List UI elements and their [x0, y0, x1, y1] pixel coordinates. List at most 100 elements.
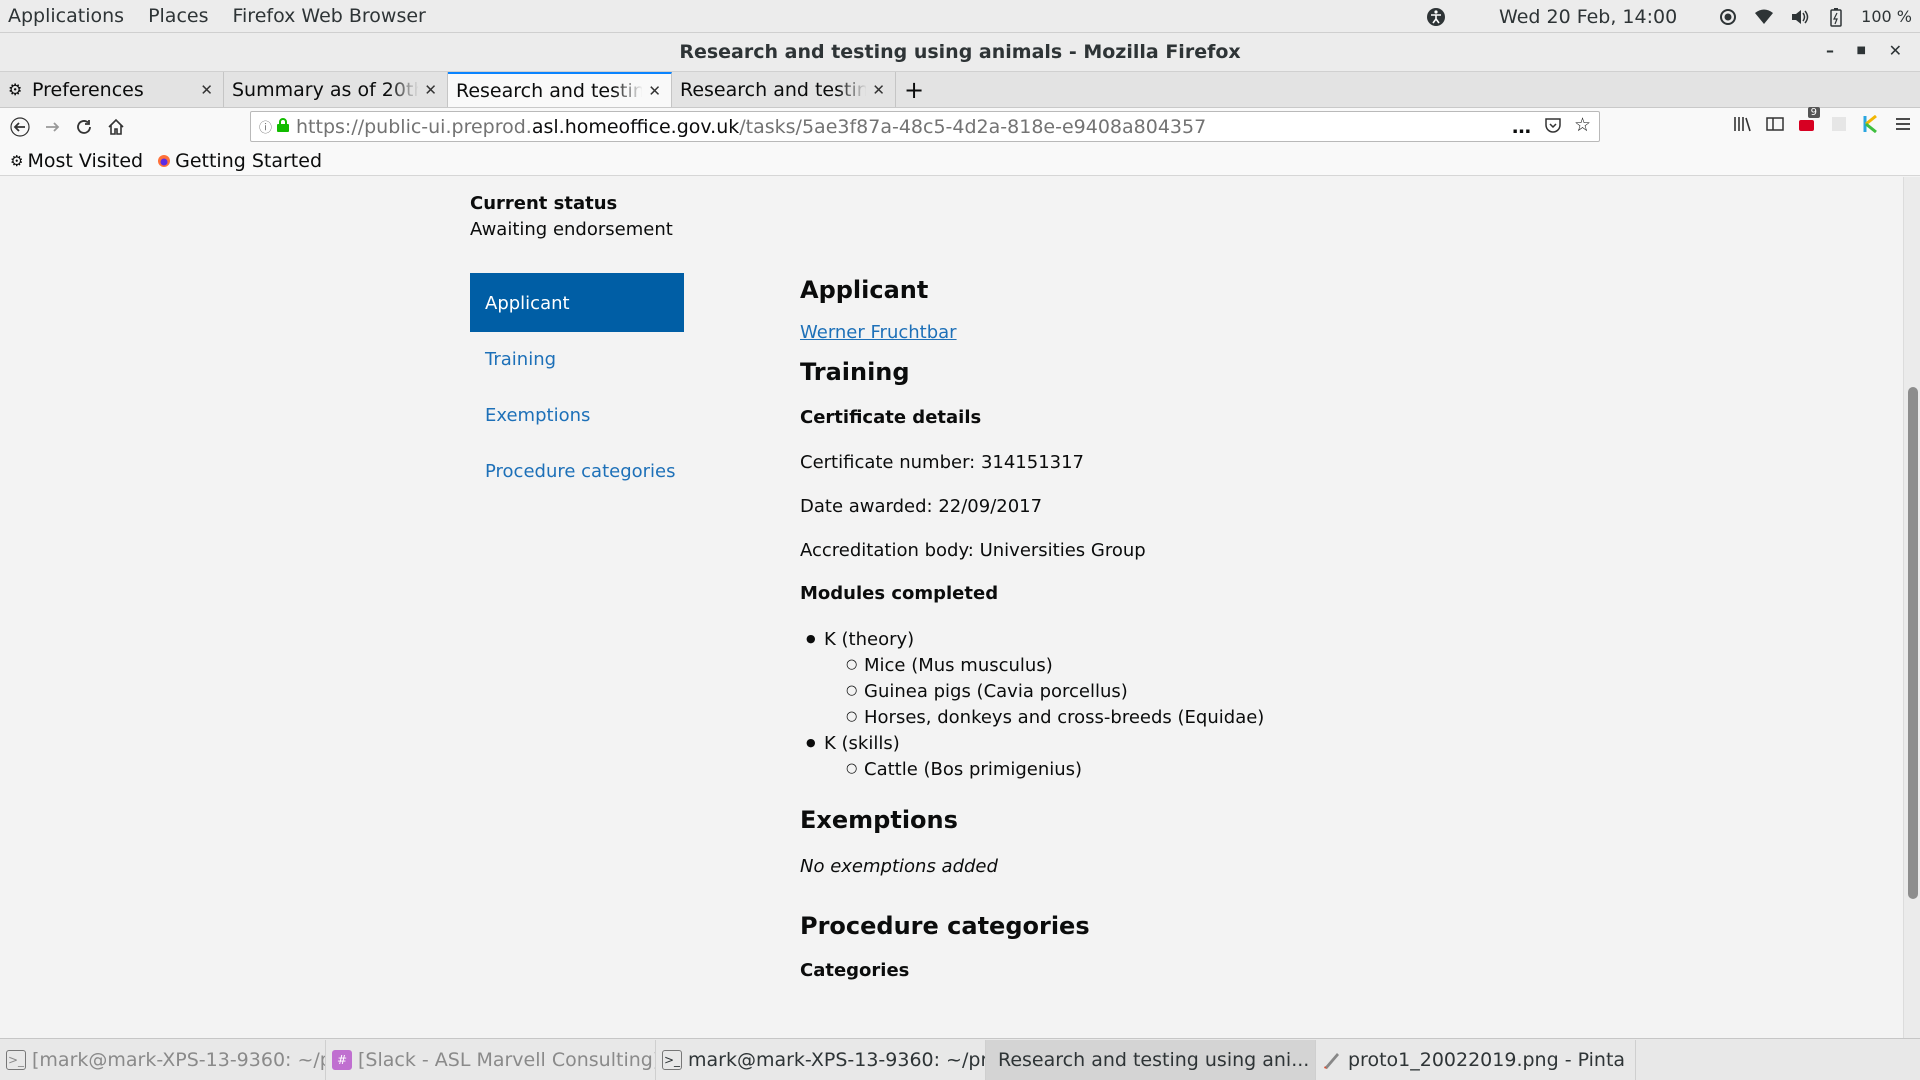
species-item: Cattle (Bos primigenius): [846, 759, 1082, 780]
new-tab-button[interactable]: +: [896, 72, 932, 107]
taskbar-label: [mark@mark-XPS-13-9360: ~/p...: [32, 1048, 326, 1071]
taskbar-item-firefox[interactable]: Research and testing using ani...: [986, 1039, 1316, 1080]
status-label: Current status: [470, 193, 618, 214]
tab-research-active[interactable]: Research and testin ✕: [448, 72, 672, 107]
extension-blank-icon[interactable]: [1828, 113, 1850, 135]
tab-strip: ⚙ Preferences ✕ Summary as of 20th ✕ Res…: [0, 72, 1920, 108]
library-icon[interactable]: [1732, 113, 1754, 135]
module-item: K (theory): [806, 629, 914, 650]
certificate-number: Certificate number: 314151317: [800, 452, 1085, 473]
nav-exemptions[interactable]: Exemptions: [470, 388, 684, 444]
taskbar-label: Research and testing using ani...: [998, 1048, 1310, 1071]
exemptions-heading: Exemptions: [800, 806, 958, 834]
tab-label: Preferences: [32, 78, 144, 101]
applicant-heading: Applicant: [800, 276, 929, 304]
nav-procedure-categories[interactable]: Procedure categories: [470, 444, 684, 500]
gear-icon: ⚙: [8, 80, 23, 99]
modules-heading: Modules completed: [800, 583, 999, 604]
places-menu[interactable]: Places: [136, 5, 220, 27]
lock-icon[interactable]: [276, 116, 290, 138]
back-button[interactable]: [4, 111, 36, 143]
date-awarded: Date awarded: 22/09/2017: [800, 496, 1043, 517]
scrollbar-thumb[interactable]: [1908, 387, 1918, 899]
battery-percent: 100 %: [1861, 7, 1912, 26]
close-icon[interactable]: ✕: [648, 82, 661, 100]
close-window-button[interactable]: ✕: [1889, 41, 1902, 60]
back-arrow-icon: [10, 117, 30, 137]
app-menu[interactable]: Firefox Web Browser: [220, 5, 437, 27]
home-icon: [108, 118, 124, 135]
categories-heading: Categories: [800, 960, 910, 981]
procedure-categories-heading: Procedure categories: [800, 912, 1090, 940]
accessibility-icon[interactable]: [1425, 6, 1447, 28]
tab-summary[interactable]: Summary as of 20th ✕: [224, 72, 448, 107]
window-titlebar[interactable]: Research and testing using animals - Moz…: [0, 33, 1920, 72]
url-text: https://public-ui.preprod.asl.homeoffice…: [296, 115, 1207, 138]
nav-training[interactable]: Training: [470, 332, 684, 388]
sidebar-icon[interactable]: [1764, 113, 1786, 135]
taskbar-item-slack[interactable]: # [Slack - ASL Marvell Consulting]: [326, 1039, 656, 1080]
nav-bar: ⓘ https://public-ui.preprod.asl.homeoffi…: [0, 107, 1920, 146]
bookmark-star-icon[interactable]: ☆: [1574, 116, 1591, 139]
exemptions-text: No exemptions added: [800, 856, 998, 877]
record-icon[interactable]: [1717, 6, 1739, 28]
gear-icon: ⚙: [10, 151, 24, 170]
taskbar-label: mark@mark-XPS-13-9360: ~/pr...: [688, 1048, 986, 1071]
info-icon[interactable]: ⓘ: [259, 117, 272, 136]
taskbar-item-terminal-1[interactable]: >_ [mark@mark-XPS-13-9360: ~/p...: [0, 1039, 326, 1080]
taskbar-item-pinta[interactable]: proto1_20022019.png - Pinta: [1316, 1039, 1636, 1080]
taskbar-label: [Slack - ASL Marvell Consulting]: [358, 1048, 656, 1071]
pinta-icon: [1324, 1052, 1339, 1069]
side-navigation: Applicant Training Exemptions Procedure …: [470, 273, 684, 500]
species-item: Mice (Mus musculus): [846, 655, 1053, 676]
vertical-scrollbar[interactable]: [1903, 177, 1920, 1038]
volume-icon[interactable]: [1789, 6, 1811, 28]
forward-arrow-icon: [46, 122, 60, 132]
taskbar-item-terminal-2[interactable]: >_ mark@mark-XPS-13-9360: ~/pr...: [656, 1039, 986, 1080]
close-icon[interactable]: ✕: [200, 81, 213, 99]
close-icon[interactable]: ✕: [872, 81, 885, 99]
hamburger-menu-icon[interactable]: [1892, 113, 1914, 135]
reload-icon: [77, 120, 91, 134]
module-item: K (skills): [806, 733, 900, 754]
slack-icon: #: [332, 1049, 352, 1070]
page-content[interactable]: Current status Awaiting endorsement Appl…: [0, 177, 1920, 1038]
pocket-icon[interactable]: [1544, 116, 1562, 139]
forward-button[interactable]: [36, 111, 68, 143]
firefox-icon: [158, 154, 171, 167]
tab-preferences[interactable]: ⚙ Preferences ✕: [0, 72, 224, 107]
close-icon[interactable]: ✕: [424, 81, 437, 99]
terminal-icon: >_: [662, 1049, 682, 1070]
taskbar-label: proto1_20022019.png - Pinta: [1348, 1048, 1626, 1071]
home-button[interactable]: [100, 111, 132, 143]
species-item: Horses, donkeys and cross-breeds (Equida…: [846, 707, 1264, 728]
extension-badge-icon[interactable]: 9: [1796, 107, 1820, 135]
accreditation-body: Accreditation body: Universities Group: [800, 540, 1146, 561]
clock[interactable]: Wed 20 Feb, 14:00: [1499, 6, 1677, 28]
bookmark-getting-started[interactable]: Getting Started: [157, 150, 322, 172]
applicant-name-link[interactable]: Werner Fruchtbar: [800, 322, 957, 343]
minimize-button[interactable]: –: [1826, 41, 1834, 60]
terminal-icon: >_: [6, 1049, 26, 1070]
reload-button[interactable]: [68, 111, 100, 143]
extension-badge-count: 9: [1807, 107, 1820, 118]
url-bar[interactable]: ⓘ https://public-ui.preprod.asl.homeoffi…: [250, 111, 1600, 142]
page-actions-icon[interactable]: …: [1512, 116, 1532, 139]
bookmarks-bar: ⚙ Most Visited Getting Started: [0, 146, 1920, 176]
bookmark-most-visited[interactable]: ⚙ Most Visited: [10, 150, 143, 172]
species-item: Guinea pigs (Cavia porcellus): [846, 681, 1128, 702]
bookmark-label: Most Visited: [27, 149, 144, 172]
top-panel: Applications Places Firefox Web Browser …: [0, 0, 1920, 33]
status-value: Awaiting endorsement: [470, 219, 673, 240]
maximize-button[interactable]: ■: [1857, 45, 1866, 56]
window-title: Research and testing using animals - Moz…: [679, 41, 1241, 63]
nav-applicant[interactable]: Applicant: [470, 273, 684, 332]
bookmark-label: Getting Started: [175, 149, 323, 172]
extension-k-icon[interactable]: [1860, 113, 1882, 135]
certificate-heading: Certificate details: [800, 407, 982, 428]
wifi-icon[interactable]: [1753, 6, 1775, 28]
training-heading: Training: [800, 358, 910, 386]
applications-menu[interactable]: Applications: [0, 5, 136, 27]
tab-research[interactable]: Research and testin ✕: [672, 72, 896, 107]
battery-icon[interactable]: [1825, 6, 1847, 28]
